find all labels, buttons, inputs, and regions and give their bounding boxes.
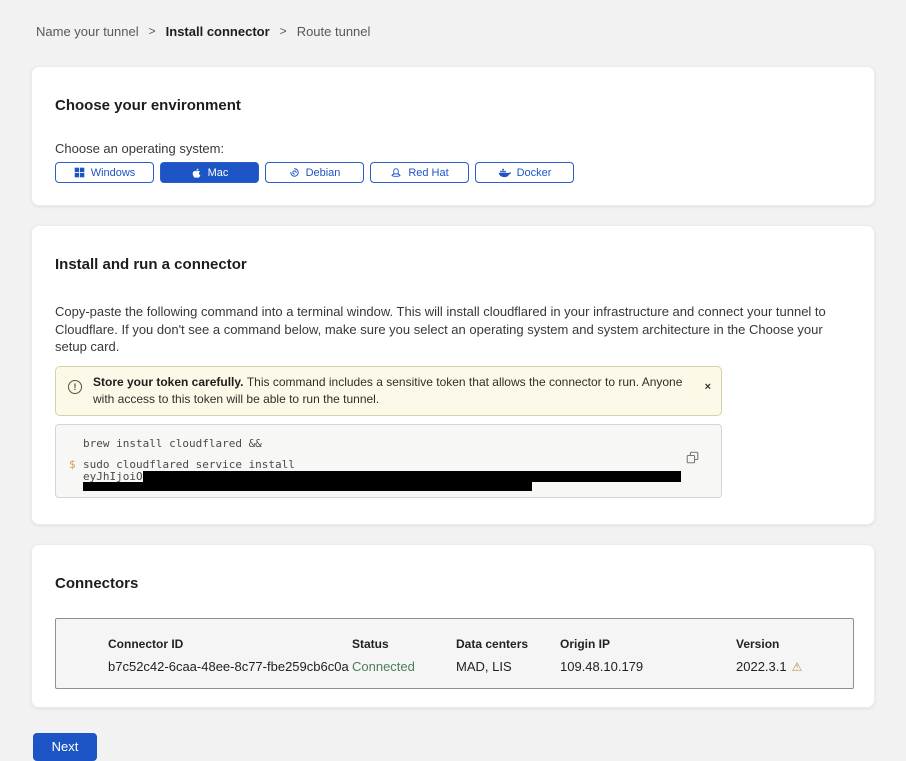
connectors-card: Connectors Connector ID Status Data cent… (31, 544, 875, 708)
breadcrumb-separator: > (149, 24, 156, 38)
col-connector-id: Connector ID (108, 637, 352, 651)
environment-card: Choose your environment Choose an operat… (31, 66, 875, 206)
origin-ip-value: 109.48.10.179 (560, 659, 736, 675)
apple-icon (191, 167, 202, 179)
token-warning-banner: ! Store your token carefully. This comma… (55, 366, 722, 416)
code-text: sudo cloudflared service install (83, 458, 295, 471)
data-centers-value: MAD, LIS (456, 659, 560, 675)
warning-text: Store your token carefully. This command… (93, 374, 693, 408)
os-button-debian[interactable]: Debian (265, 162, 364, 183)
version-warning-icon: ⚠ (792, 661, 803, 673)
redacted-token-bar (143, 471, 681, 482)
os-select-label: Choose an operating system: (55, 141, 851, 156)
code-text: brew install cloudflared && (83, 437, 262, 450)
environment-card-title: Choose your environment (55, 97, 851, 115)
os-button-redhat[interactable]: Red Hat (370, 162, 469, 183)
breadcrumb: Name your tunnel > Install connector > R… (0, 0, 906, 39)
os-button-label: Mac (208, 167, 229, 179)
warning-title: Store your token carefully. (93, 375, 247, 389)
connector-id-value: b7c52c42-6caa-48ee-8c77-fbe259cb6c0a (108, 659, 352, 675)
version-cell: 2022.3.1 ⚠ (736, 659, 853, 675)
breadcrumb-separator: > (280, 24, 287, 38)
os-button-label: Windows (91, 167, 136, 179)
install-card: Install and run a connector Copy-paste t… (31, 225, 875, 525)
debian-icon (289, 167, 300, 178)
breadcrumb-name-your-tunnel[interactable]: Name your tunnel (36, 24, 139, 39)
os-button-windows[interactable]: Windows (55, 162, 154, 183)
copy-icon[interactable] (686, 451, 699, 464)
os-button-row: Windows Mac Debian Red Hat (55, 162, 851, 183)
code-line-1: brew install cloudflared && (56, 437, 681, 450)
windows-icon (74, 167, 85, 178)
col-version: Version (736, 637, 853, 651)
close-icon[interactable]: × (705, 382, 711, 393)
redacted-token-bar (83, 482, 532, 491)
breadcrumb-route-tunnel[interactable]: Route tunnel (297, 24, 371, 39)
code-line-2: $ sudo cloudflared service install (56, 458, 681, 471)
install-description: Copy-paste the following command into a … (55, 303, 850, 356)
os-button-label: Debian (306, 167, 341, 179)
table-row: b7c52c42-6caa-48ee-8c77-fbe259cb6c0a Con… (108, 659, 853, 675)
col-data-centers: Data centers (456, 637, 560, 651)
connectors-table: Connector ID Status Data centers Origin … (55, 618, 854, 689)
footer: Next (0, 708, 906, 761)
install-card-title: Install and run a connector (55, 256, 851, 274)
col-origin-ip: Origin IP (560, 637, 736, 651)
os-button-label: Red Hat (408, 167, 448, 179)
shell-prompt: $ (56, 458, 83, 471)
connectors-card-title: Connectors (55, 575, 851, 593)
code-line-token: eyJhIjoiO (56, 471, 681, 482)
redhat-icon (390, 167, 402, 179)
status-badge: Connected (352, 659, 456, 675)
os-button-mac[interactable]: Mac (160, 162, 259, 183)
os-button-label: Docker (517, 167, 552, 179)
next-button[interactable]: Next (33, 733, 97, 761)
install-command-code-block: brew install cloudflared && $ sudo cloud… (55, 424, 722, 498)
docker-icon (498, 167, 511, 178)
version-value: 2022.3.1 (736, 659, 787, 675)
code-gutter (56, 437, 83, 450)
breadcrumb-install-connector[interactable]: Install connector (166, 24, 270, 39)
alert-circle-icon: ! (68, 380, 82, 394)
col-status: Status (352, 637, 456, 651)
token-prefix: eyJhIjoiO (83, 471, 143, 482)
os-button-docker[interactable]: Docker (475, 162, 574, 183)
table-header-row: Connector ID Status Data centers Origin … (108, 637, 853, 651)
